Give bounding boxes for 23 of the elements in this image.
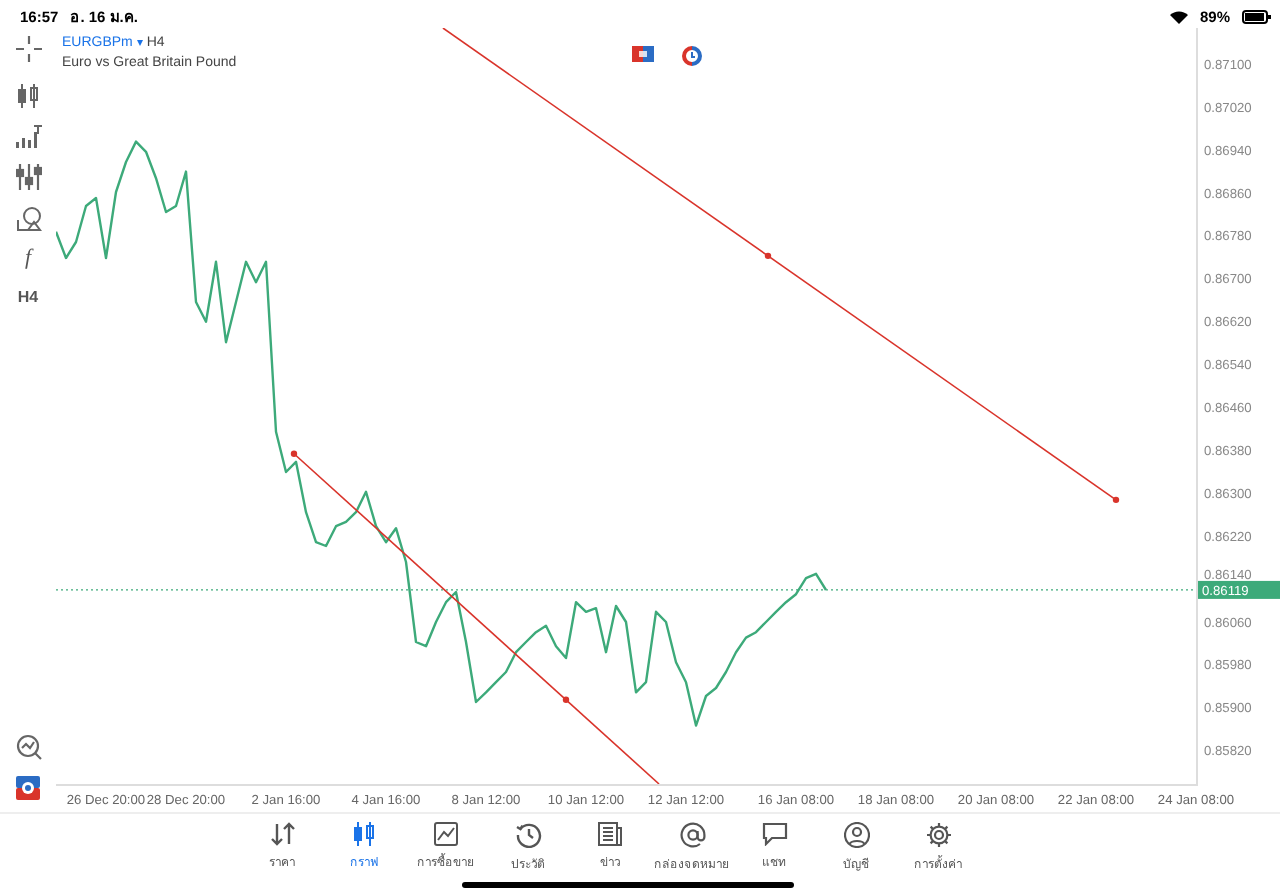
person-icon [843, 822, 869, 849]
timeframe-button[interactable]: H4 [17, 286, 39, 309]
chat-bubble-icon [761, 822, 787, 847]
at-sign-icon [679, 822, 705, 849]
wifi-icon [1169, 9, 1188, 24]
clock-icon [515, 822, 541, 849]
newspaper-icon [598, 822, 622, 847]
settings-icon [925, 822, 951, 849]
ring-icon[interactable] [682, 46, 702, 67]
chart-search-icon[interactable] [15, 734, 41, 761]
trade-panel-icon[interactable] [632, 46, 654, 63]
crosshair-icon[interactable] [15, 36, 41, 63]
trend-line[interactable] [290, 451, 660, 785]
candlestick-icon [352, 822, 376, 847]
bar-chart-icon[interactable] [15, 124, 41, 149]
arrows-icon [269, 822, 295, 847]
app-logo-icon[interactable] [16, 776, 40, 801]
shapes-icon[interactable] [15, 206, 41, 233]
battery-icon [1242, 9, 1272, 24]
line-chart-icon [434, 822, 458, 847]
function-button[interactable]: f [24, 248, 32, 271]
sliders-icon[interactable] [15, 164, 41, 191]
candlestick-icon[interactable] [16, 84, 40, 109]
